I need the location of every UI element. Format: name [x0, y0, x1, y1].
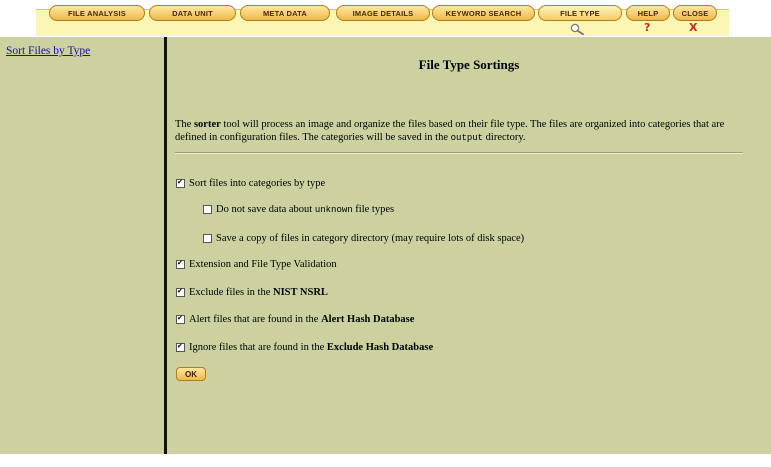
left-sidebar-frame: Sort Files by Type	[0, 37, 164, 454]
option-save-copy: Save a copy of files in category directo…	[203, 233, 524, 244]
option-label: Ignore files that are found in the Exclu…	[189, 342, 434, 353]
output-directory-code: output	[450, 132, 484, 143]
exclude-nsrl-checkbox[interactable]	[176, 287, 185, 297]
option-alert-hash: Alert files that are found in the Alert …	[176, 314, 414, 325]
intro-text-end: directory.	[483, 131, 526, 143]
option-unknown-types: Do not save data about unknown file type…	[203, 204, 394, 215]
tab-meta-data[interactable]: Meta Data	[240, 5, 330, 21]
intro-text-start: The	[175, 119, 194, 130]
unknown-types-checkbox[interactable]	[203, 205, 212, 214]
bottom-margin	[0, 454, 771, 467]
option-exclude-hash: Ignore files that are found in the Exclu…	[176, 342, 433, 353]
intro-paragraph: The sorter tool will process an image an…	[175, 119, 755, 144]
extension-validation-checkbox[interactable]	[176, 259, 185, 269]
option-label: Alert files that are found in the Alert …	[189, 314, 415, 325]
ok-button[interactable]: OK	[176, 367, 206, 381]
option-label: Do not save data about unknown file type…	[216, 204, 395, 215]
main-content-frame: File Type Sortings The sorter tool will …	[167, 37, 771, 454]
tab-image-details[interactable]: Image Details	[336, 5, 430, 21]
magnifier-icon[interactable]	[570, 23, 585, 35]
close-x-icon[interactable]: X	[689, 22, 697, 33]
sort-files-by-type-link[interactable]: Sort Files by Type	[6, 45, 90, 57]
tab-file-type[interactable]: File Type	[538, 5, 622, 21]
sorter-tool-name: sorter	[193, 119, 221, 130]
option-label: Extension and File Type Validation	[189, 259, 337, 270]
sort-by-type-checkbox[interactable]	[176, 178, 185, 188]
save-copy-checkbox[interactable]	[203, 234, 212, 243]
question-icon[interactable]: ?	[644, 22, 650, 33]
option-label: Exclude files in the NIST NSRL	[189, 287, 328, 298]
option-exclude-nsrl: Exclude files in the NIST NSRL	[176, 287, 328, 298]
horizontal-divider	[175, 152, 743, 154]
page-title: File Type Sortings	[418, 57, 520, 72]
tab-keyword-search[interactable]: Keyword Search	[432, 5, 535, 21]
tab-file-analysis[interactable]: File Analysis	[49, 5, 145, 21]
option-label: Sort files into categories by type	[189, 178, 326, 189]
tab-help[interactable]: Help	[626, 5, 670, 21]
tab-data-unit[interactable]: Data Unit	[149, 5, 236, 21]
tab-close[interactable]: Close	[673, 5, 717, 21]
alert-hash-checkbox[interactable]	[176, 314, 185, 324]
option-extension-validation: Extension and File Type Validation	[176, 259, 337, 270]
exclude-hash-checkbox[interactable]	[176, 342, 185, 352]
top-navigation-bar: File Analysis Data Unit Meta Data Image …	[0, 0, 771, 36]
option-sort-by-type: Sort files into categories by type	[176, 178, 325, 189]
option-label: Save a copy of files in category directo…	[216, 233, 525, 244]
